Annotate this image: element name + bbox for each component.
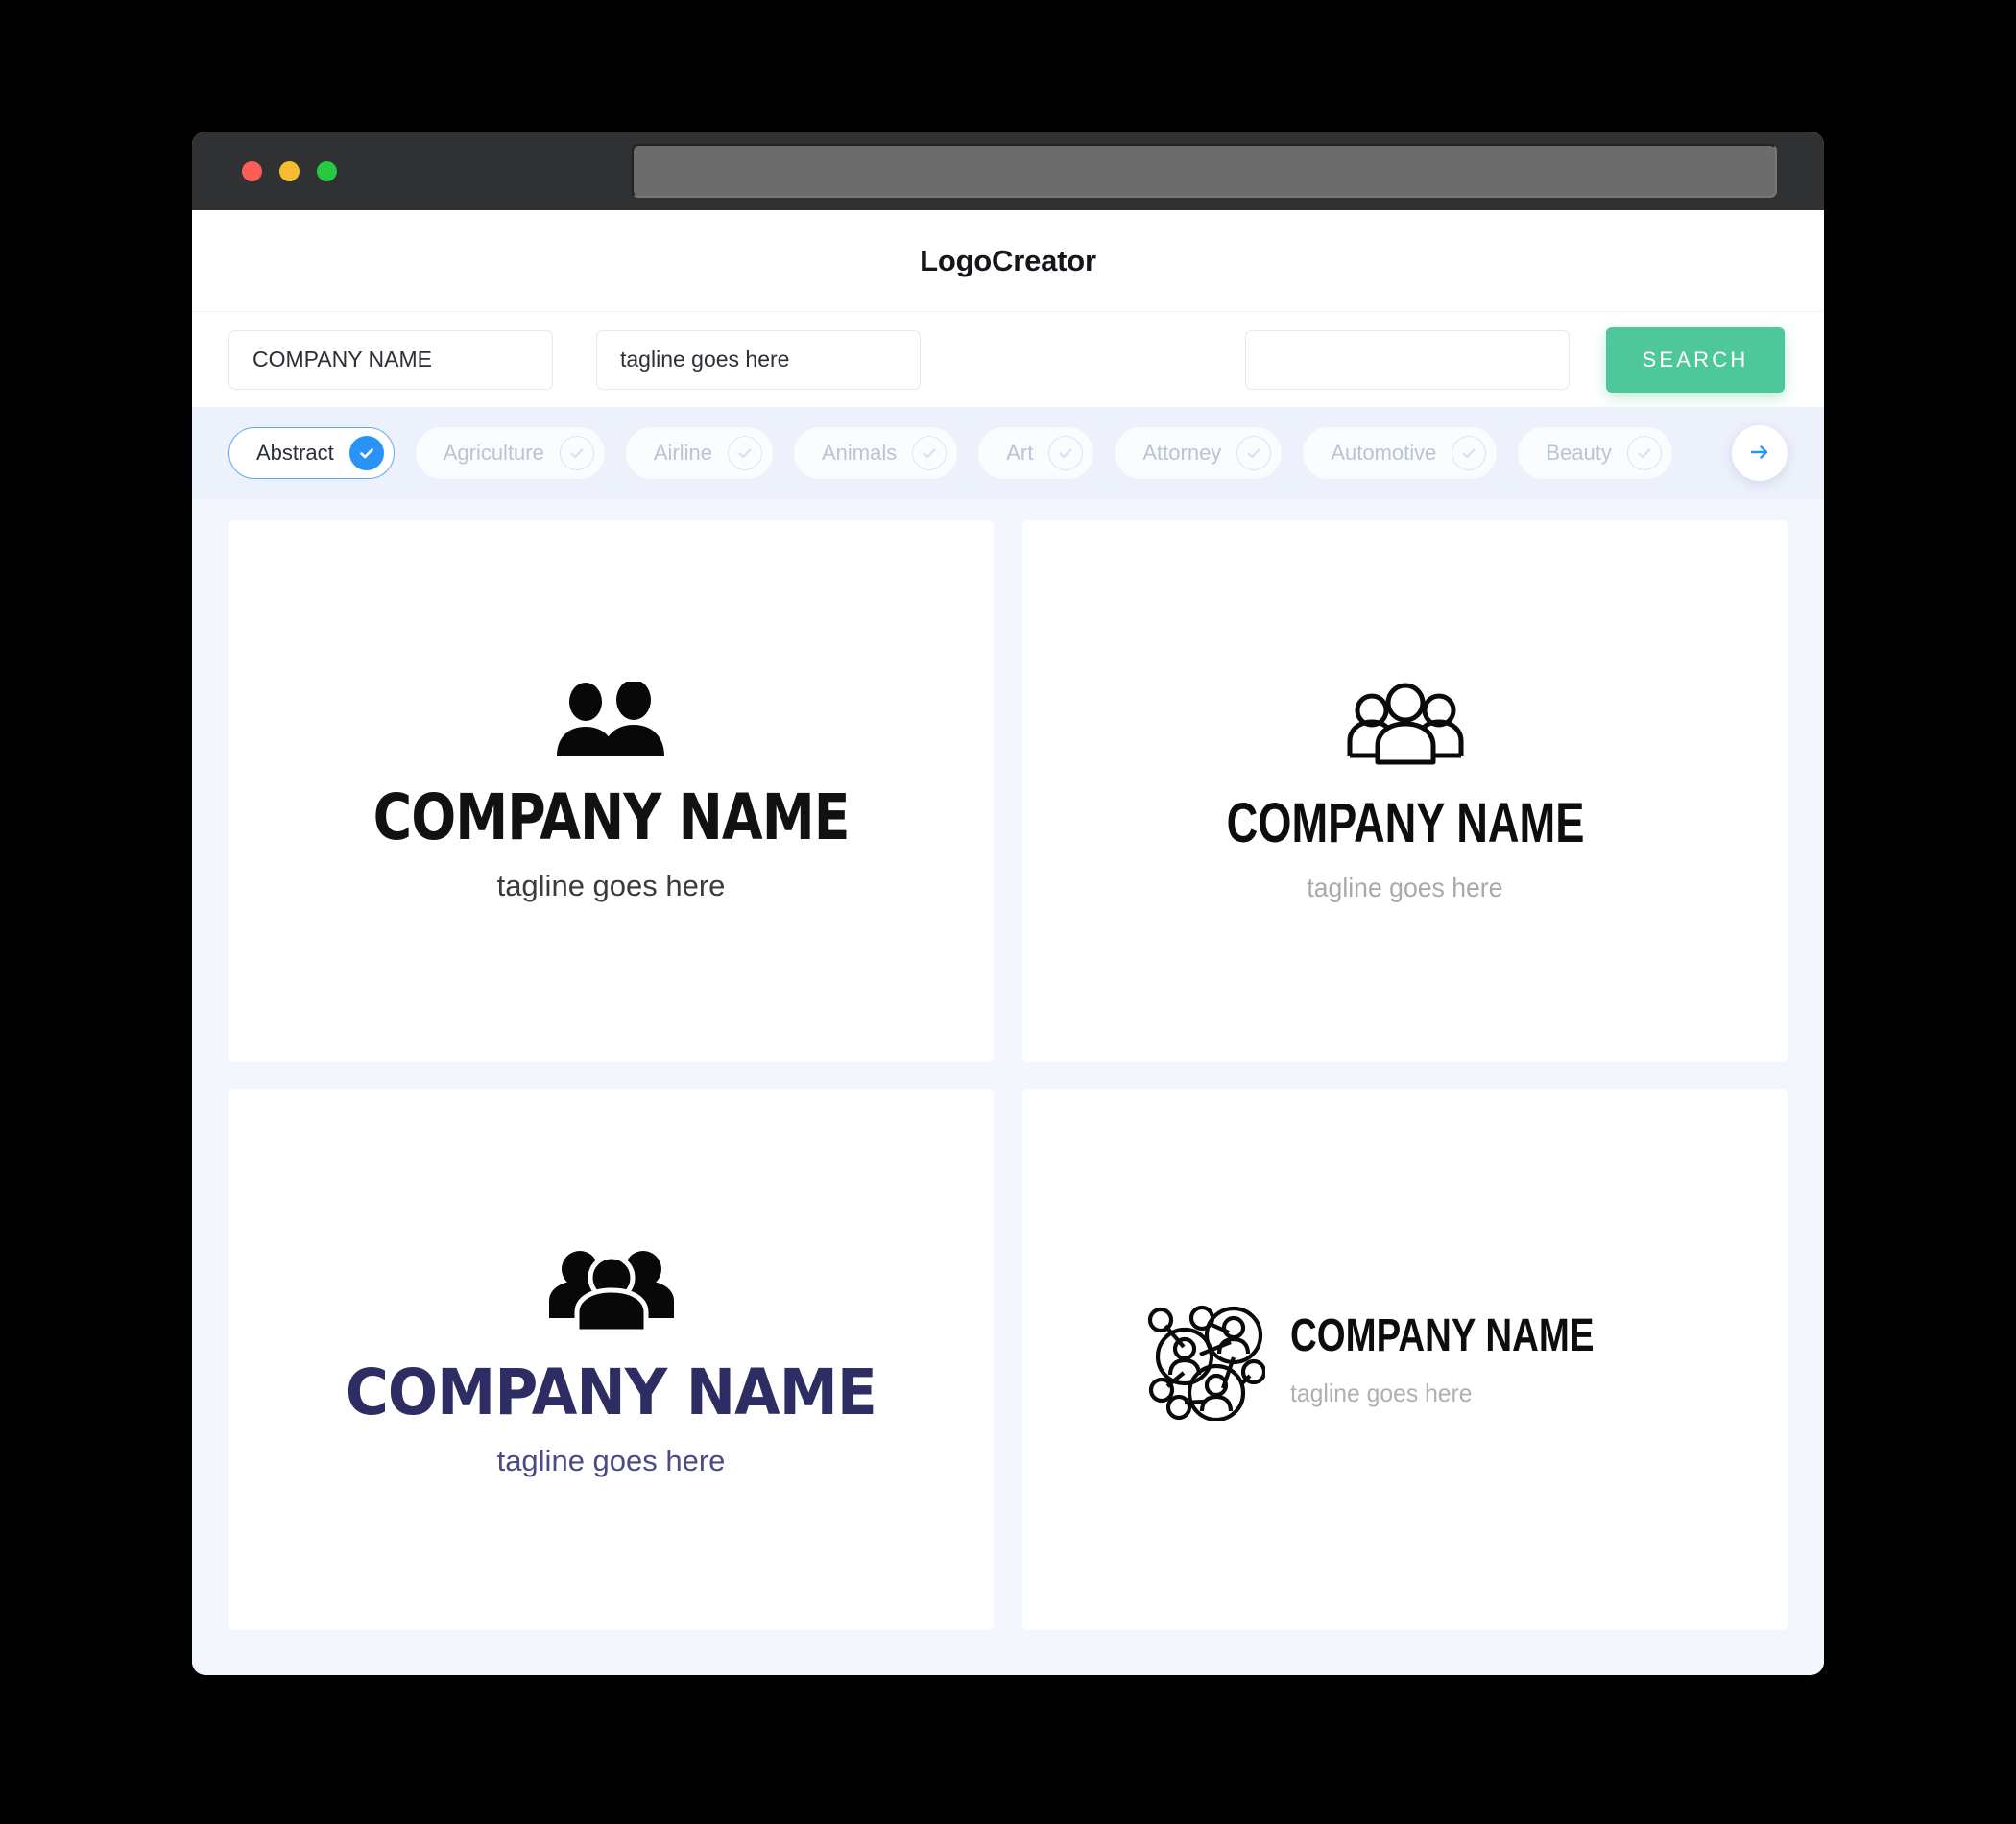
category-pill-attorney[interactable]: Attorney [1115,427,1283,479]
minimize-window-button[interactable] [279,160,300,181]
tagline-input[interactable] [596,329,921,390]
logo-company-name: COMPANY NAME [1226,791,1584,854]
category-pill-beauty[interactable]: Beauty [1518,427,1672,479]
logo-company-name: COMPANY NAME [345,1356,877,1429]
next-categories-button[interactable] [1732,425,1788,481]
logo-company-name: COMPANY NAME [1289,1310,1595,1361]
app-header: LogoCreator [192,210,1824,311]
check-circle-icon [1048,436,1084,470]
logo-company-name: COMPANY NAME [372,780,851,854]
check-circle-icon [348,436,384,470]
check-circle-icon [728,436,762,470]
category-pill-airline[interactable]: Airline [625,427,773,479]
arrow-right-icon [1747,440,1772,468]
maximize-window-button[interactable] [317,160,337,181]
check-circle-icon [1626,436,1662,470]
traffic-lights [242,160,337,181]
search-toolbar: SEARCH [192,311,1824,407]
category-pill-agriculture[interactable]: Agriculture [415,427,605,479]
category-pill-label: Animals [822,441,898,465]
logo-tagline: tagline goes here [1307,872,1503,902]
group-of-three-outline-icon [1343,682,1468,771]
close-window-button[interactable] [242,160,262,181]
group-of-three-solid-icon [547,1243,676,1336]
category-pill-label: Abstract [256,441,334,465]
company-name-input[interactable] [228,329,553,390]
keyword-input[interactable] [1245,329,1570,390]
check-circle-icon [1236,436,1272,470]
url-bar-input[interactable] [632,144,1777,198]
check-circle-icon [1452,436,1487,470]
search-button[interactable]: SEARCH [1606,326,1785,393]
people-network-icon [1140,1294,1266,1426]
category-pill-label: Airline [653,441,712,465]
logo-tagline: tagline goes here [496,1444,726,1477]
category-pill-animals[interactable]: Animals [794,427,958,479]
category-pill-label: Attorney [1142,441,1222,465]
logo-card[interactable]: COMPANY NAME tagline goes here [228,1089,994,1630]
browser-window: LogoCreator SEARCH Abstract Agriculture … [192,132,1824,1675]
check-circle-icon [559,436,594,470]
logo-results-grid: COMPANY NAME tagline goes here COMPANY N… [192,499,1824,1667]
logo-card[interactable]: COMPANY NAME tagline goes here [1022,520,1788,1062]
category-pill-label: Art [1006,441,1034,465]
category-pill-automotive[interactable]: Automotive [1303,427,1498,479]
logo-tagline: tagline goes here [1289,1379,1473,1407]
logo-tagline: tagline goes here [496,869,726,902]
logo-card[interactable]: COMPANY NAME tagline goes here [228,520,994,1062]
two-people-solid-icon [555,680,668,761]
category-pill-abstract[interactable]: Abstract [228,427,395,479]
browser-titlebar [192,132,1824,210]
category-pill-art[interactable]: Art [978,427,1094,479]
category-filter-bar: Abstract Agriculture Airline Animals Art [192,407,1824,499]
logo-text-stack: COMPANY NAME tagline goes here [1289,1310,1670,1407]
app-title: LogoCreator [920,243,1096,277]
category-pill-label: Agriculture [443,441,544,465]
category-pill-label: Automotive [1331,441,1437,465]
logo-card[interactable]: COMPANY NAME tagline goes here [1022,1089,1788,1630]
check-circle-icon [912,436,948,470]
category-pill-label: Beauty [1546,441,1612,465]
